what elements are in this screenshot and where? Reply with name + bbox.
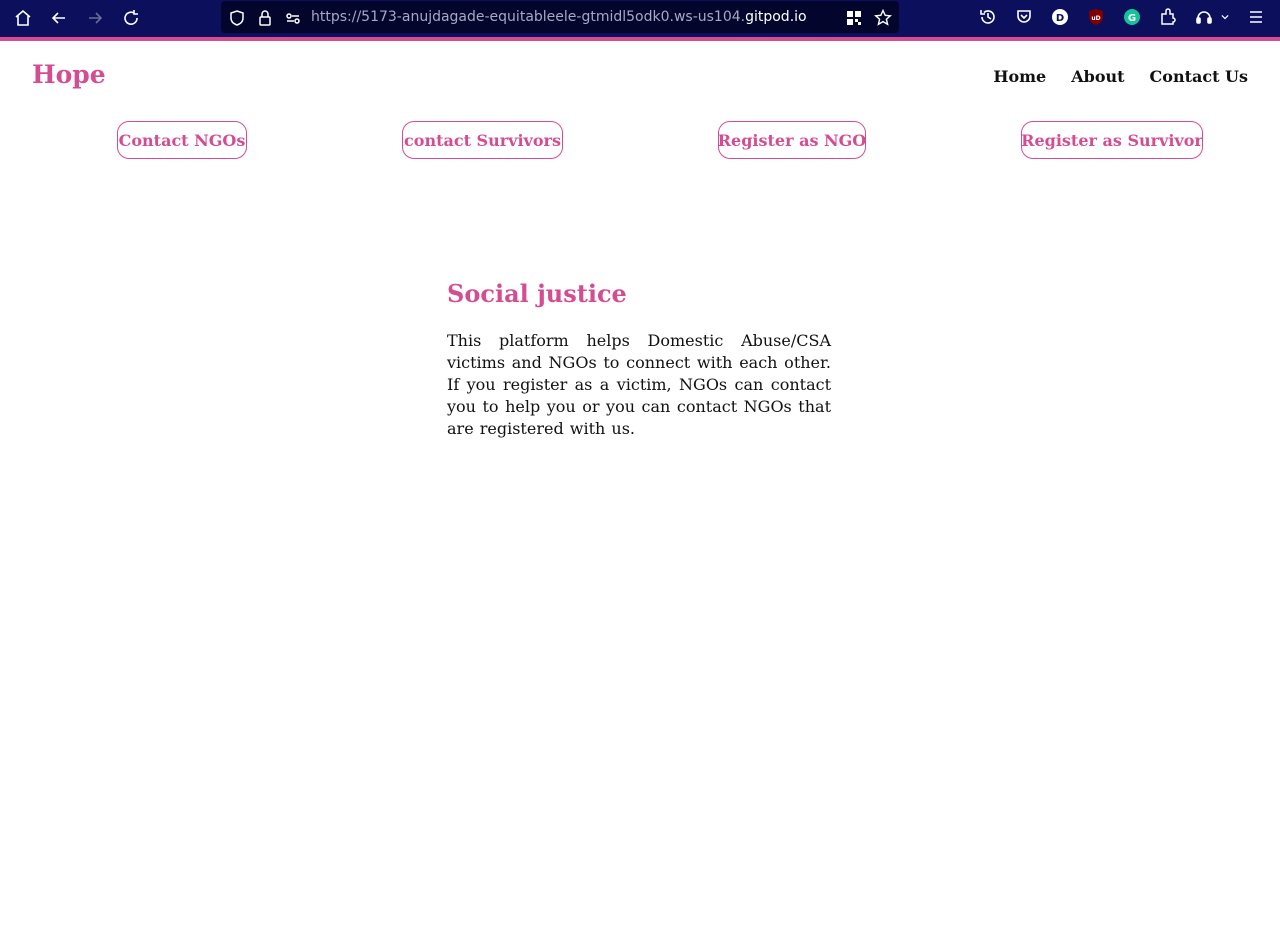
- history-icon[interactable]: [978, 7, 998, 27]
- register-ngo-button[interactable]: Register as NGO: [718, 121, 866, 159]
- lock-icon[interactable]: [255, 8, 275, 28]
- ublock-icon[interactable]: uD: [1086, 7, 1106, 27]
- nav-about-link[interactable]: About: [1071, 67, 1124, 86]
- main-nav: Home About Contact Us: [993, 67, 1248, 86]
- nav-contact-link[interactable]: Contact Us: [1150, 67, 1248, 86]
- profile-d-icon[interactable]: D: [1050, 7, 1070, 27]
- url-text[interactable]: https://5173-anujdagade-equitableele-gtm…: [311, 1, 807, 33]
- permissions-icon[interactable]: [283, 8, 303, 28]
- home-icon[interactable]: [9, 4, 37, 32]
- site-logo[interactable]: Hope: [32, 60, 106, 89]
- forward-icon[interactable]: [81, 4, 109, 32]
- hero-description: This platform helps Domestic Abuse/CSA v…: [447, 331, 831, 438]
- nav-home-link[interactable]: Home: [993, 67, 1046, 86]
- back-icon[interactable]: [45, 4, 73, 32]
- reload-icon[interactable]: [117, 4, 145, 32]
- chevron-down-icon[interactable]: [1218, 7, 1232, 27]
- register-survivor-button[interactable]: Register as Survivor: [1021, 121, 1203, 159]
- svg-text:uD: uD: [1091, 15, 1100, 22]
- shield-icon[interactable]: [227, 8, 247, 28]
- url-bar[interactable]: https://5173-anujdagade-equitableele-gtm…: [221, 1, 899, 33]
- grammarly-icon[interactable]: G: [1122, 7, 1142, 27]
- qr-code-icon[interactable]: [844, 8, 864, 28]
- menu-icon[interactable]: [1246, 7, 1266, 27]
- pocket-icon[interactable]: [1014, 7, 1034, 27]
- svg-text:G: G: [1128, 13, 1136, 24]
- sync-icon[interactable]: [1194, 7, 1214, 27]
- extensions-icon[interactable]: [1158, 7, 1178, 27]
- bookmark-star-icon[interactable]: [873, 8, 893, 28]
- contact-survivors-button[interactable]: contact Survivors: [402, 121, 563, 159]
- contact-ngos-button[interactable]: Contact NGOs: [117, 121, 247, 159]
- browser-toolbar: https://5173-anujdagade-equitableele-gtm…: [0, 0, 1280, 41]
- hero-title: Social justice: [447, 279, 627, 308]
- svg-text:D: D: [1056, 13, 1064, 24]
